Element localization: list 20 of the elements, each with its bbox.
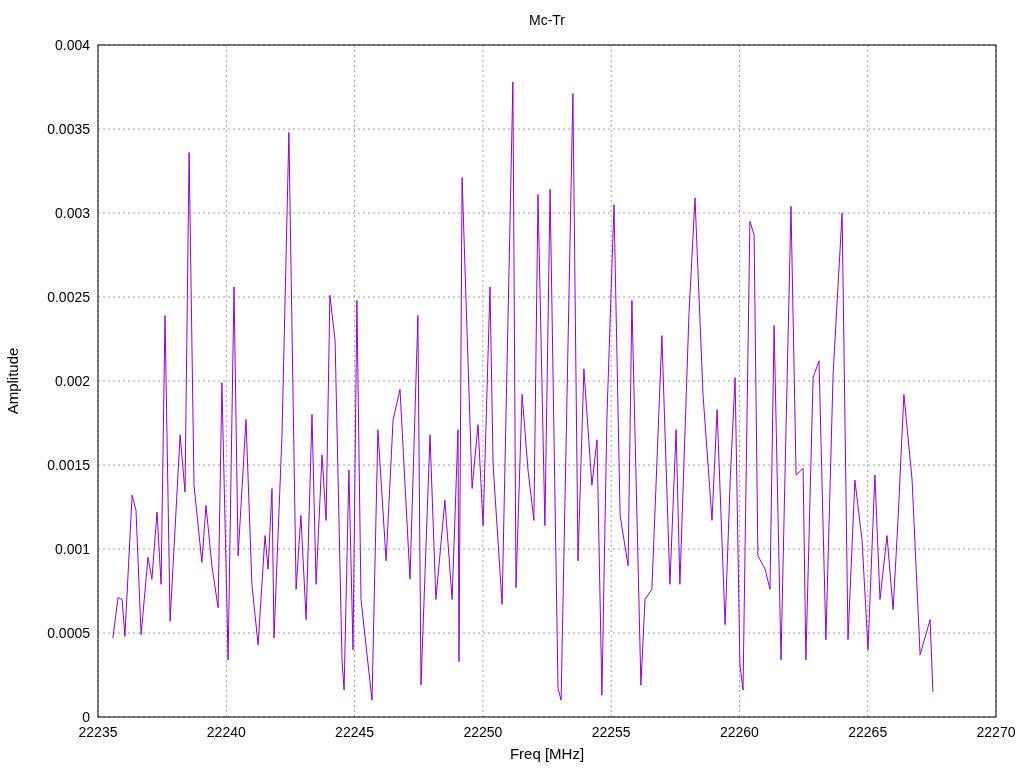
tick-label: 22260 <box>719 724 759 740</box>
tick-label: 0.004 <box>54 37 90 53</box>
tick-label: 22240 <box>206 724 246 740</box>
y-axis-label: Amplitude <box>4 347 21 415</box>
tick-label: 0.0035 <box>47 121 90 137</box>
tick-label: 0.001 <box>54 541 90 557</box>
tick-label: 22245 <box>335 724 375 740</box>
tick-label: 0.0005 <box>47 625 90 641</box>
tick-label: 22250 <box>463 724 503 740</box>
tick-label: 0.0015 <box>47 457 90 473</box>
tick-label: 22235 <box>78 724 118 740</box>
tick-label: 22265 <box>848 724 888 740</box>
tick-label: 22270 <box>976 724 1016 740</box>
x-axis-label: Freq [MHz] <box>509 745 585 762</box>
tick-label: 0.0025 <box>47 289 90 305</box>
tick-label: 22255 <box>591 724 631 740</box>
tick-label: 0.003 <box>54 205 90 221</box>
chart-title: Mc-Tr <box>529 12 565 28</box>
tick-label: 0.002 <box>54 373 90 389</box>
tick-label: 0 <box>82 709 90 725</box>
